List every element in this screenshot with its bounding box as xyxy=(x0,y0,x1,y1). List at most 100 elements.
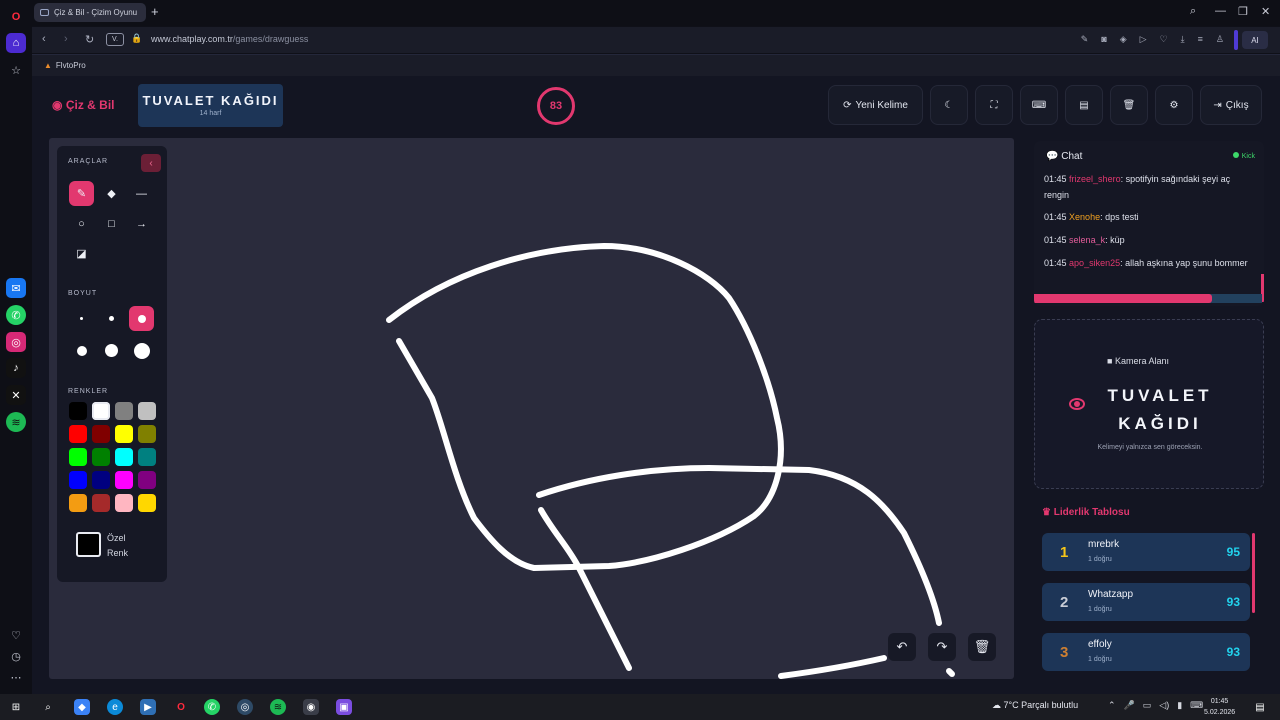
color-swatch[interactable] xyxy=(92,448,110,466)
dark-mode-button[interactable]: ☾ xyxy=(930,85,968,125)
volume-icon[interactable]: ◁) xyxy=(1159,700,1169,711)
whatsapp-icon[interactable]: ✆ xyxy=(6,305,26,325)
eraser-tool[interactable]: ◆ xyxy=(99,181,124,206)
more-icon[interactable]: ⋯ xyxy=(6,667,26,687)
language-icon[interactable]: ⌨ xyxy=(1190,700,1203,711)
drawing-canvas[interactable] xyxy=(49,138,1014,679)
clock[interactable]: 01:45 5.02.2026 xyxy=(1204,696,1235,718)
size-option-6[interactable] xyxy=(129,338,154,363)
size-option-1[interactable] xyxy=(69,306,94,331)
url-field[interactable]: www.chatplay.com.tr/games/drawguess xyxy=(151,34,308,44)
microphone-icon[interactable]: 🎤 xyxy=(1124,700,1135,711)
archive-button[interactable]: ▤ xyxy=(1065,85,1103,125)
color-swatch[interactable] xyxy=(92,494,110,512)
close-window-button[interactable]: ✕ xyxy=(1261,5,1270,18)
game-logo[interactable]: ◉ Çiz & Bil xyxy=(52,98,114,112)
heart-icon[interactable]: ♡ xyxy=(6,625,26,645)
color-swatch[interactable] xyxy=(115,425,133,443)
opera-menu-icon[interactable]: O xyxy=(6,7,26,27)
color-swatch[interactable] xyxy=(138,494,156,512)
collapse-tools-button[interactable]: ‹ xyxy=(141,154,161,172)
lock-icon[interactable]: 🔒 xyxy=(131,33,142,44)
browser-tab[interactable]: Çiz & Bil - Çizim Oyunu xyxy=(34,3,146,22)
size-option-2[interactable] xyxy=(99,306,124,331)
search-tabs-icon[interactable]: ⌕ xyxy=(1190,5,1196,18)
profile-icon[interactable]: ♙ xyxy=(1216,34,1224,45)
heart-icon[interactable]: ♡ xyxy=(1160,34,1168,45)
color-swatch[interactable] xyxy=(115,494,133,512)
new-tab-button[interactable]: + xyxy=(151,5,159,18)
play-icon[interactable]: ▷ xyxy=(1140,34,1147,45)
history-icon[interactable]: ◷ xyxy=(6,646,26,666)
edge-icon[interactable]: e xyxy=(107,699,123,715)
minimize-button[interactable]: — xyxy=(1215,5,1226,17)
fullscreen-button[interactable]: ⛶ xyxy=(975,85,1013,125)
instagram-icon[interactable]: ◎ xyxy=(6,332,26,352)
star-icon[interactable]: ☆ xyxy=(6,60,26,80)
network-icon[interactable]: ▭ xyxy=(1143,700,1152,711)
color-swatch[interactable] xyxy=(138,448,156,466)
color-swatch[interactable] xyxy=(115,471,133,489)
undo-button[interactable]: ↶ xyxy=(888,633,916,661)
app-icon-3[interactable]: ▣ xyxy=(336,699,352,715)
shield-icon[interactable]: ◈ xyxy=(1120,34,1127,45)
copilot-icon[interactable]: ◆ xyxy=(74,699,90,715)
clear-button[interactable]: 🗑 xyxy=(1110,85,1148,125)
forward-icon[interactable]: › xyxy=(64,33,68,45)
home-icon[interactable]: ⌂ xyxy=(6,33,26,53)
ai-button[interactable]: AI xyxy=(1242,31,1268,49)
color-swatch[interactable] xyxy=(115,402,133,420)
clear-canvas-button[interactable]: 🗑 xyxy=(968,633,996,661)
custom-color-swatch[interactable] xyxy=(76,532,101,557)
color-swatch[interactable] xyxy=(115,448,133,466)
spotify-icon[interactable]: ≋ xyxy=(270,699,286,715)
color-swatch[interactable] xyxy=(138,425,156,443)
color-swatch[interactable] xyxy=(69,471,87,489)
settings-button[interactable]: ⚙ xyxy=(1155,85,1193,125)
fill-tool[interactable]: ◪ xyxy=(69,241,94,266)
tiktok-icon[interactable]: ♪ xyxy=(6,358,26,378)
obs-icon[interactable]: ◉ xyxy=(303,699,319,715)
exit-button[interactable]: ⇥ Çıkış xyxy=(1200,85,1262,125)
line-tool[interactable]: — xyxy=(129,181,154,206)
back-icon[interactable]: ‹ xyxy=(42,33,46,45)
edit-icon[interactable]: ✎ xyxy=(1081,34,1089,45)
vpn-badge[interactable]: V. xyxy=(106,33,124,46)
windows-start-icon[interactable]: ⊞ xyxy=(8,699,24,715)
size-option-5[interactable] xyxy=(99,338,124,363)
color-swatch[interactable] xyxy=(69,494,87,512)
color-swatch[interactable] xyxy=(92,425,110,443)
redo-button[interactable]: ↷ xyxy=(928,633,956,661)
leaderboard-scrollbar[interactable] xyxy=(1252,533,1255,613)
weather-widget[interactable]: ☁ 7°C Parçalı bulutlu xyxy=(992,700,1078,711)
search-icon[interactable]: ⌕ xyxy=(40,699,56,715)
menu-icon[interactable]: ≡ xyxy=(1198,34,1203,45)
rectangle-tool[interactable]: □ xyxy=(99,211,124,236)
messenger-icon[interactable]: ✉ xyxy=(6,278,26,298)
color-swatch[interactable] xyxy=(138,471,156,489)
app-icon-2[interactable]: ◎ xyxy=(237,699,253,715)
x-icon[interactable]: ✕ xyxy=(6,385,26,405)
chevron-up-icon[interactable]: ⌃ xyxy=(1108,700,1116,711)
color-swatch[interactable] xyxy=(92,471,110,489)
color-swatch[interactable] xyxy=(138,402,156,420)
camera-icon[interactable]: ◙ xyxy=(1101,34,1106,45)
bookmark-flvtopro[interactable]: ▲ FlvtoPro xyxy=(44,61,86,70)
maximize-button[interactable]: ❐ xyxy=(1238,5,1248,18)
notifications-icon[interactable]: ▤ xyxy=(1252,699,1268,715)
color-swatch[interactable] xyxy=(69,402,87,420)
spotify-icon[interactable]: ≋ xyxy=(6,412,26,432)
color-swatch[interactable] xyxy=(92,402,110,420)
download-icon[interactable]: ⤓ xyxy=(1181,34,1185,45)
color-swatch[interactable] xyxy=(69,448,87,466)
size-option-4[interactable] xyxy=(69,338,94,363)
color-swatch[interactable] xyxy=(69,425,87,443)
circle-tool[interactable]: ○ xyxy=(69,211,94,236)
brush-tool[interactable]: ✎ xyxy=(69,181,94,206)
arrow-tool[interactable]: → xyxy=(129,211,154,236)
opera-icon[interactable]: O xyxy=(173,699,189,715)
keyboard-button[interactable]: ⌨ xyxy=(1020,85,1058,125)
battery-icon[interactable]: ▮ xyxy=(1177,700,1182,711)
whatsapp-icon[interactable]: ✆ xyxy=(204,699,220,715)
new-word-button[interactable]: ⟳ Yeni Kelime xyxy=(828,85,923,125)
